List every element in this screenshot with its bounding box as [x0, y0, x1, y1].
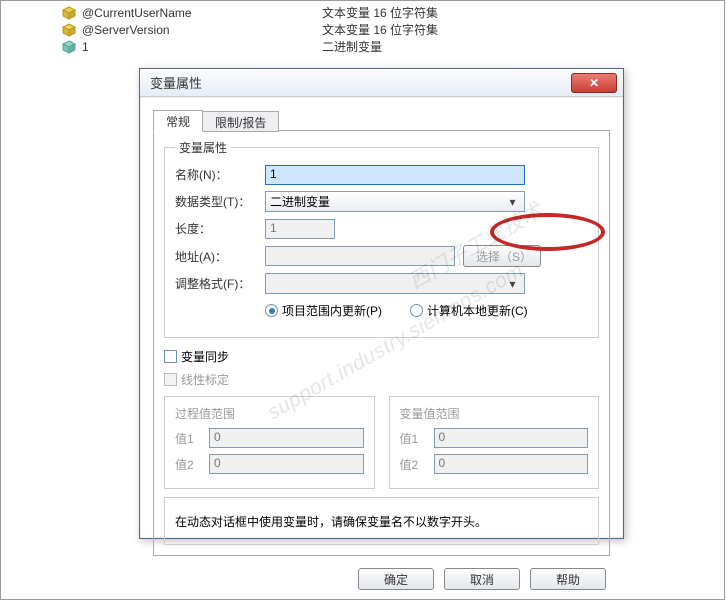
list-item-desc: 二进制变量 [322, 38, 382, 55]
checkbox-icon [164, 350, 177, 363]
list-item-name: 1 [82, 40, 322, 54]
range-wrap: 过程值范围 值10 值20 变量值范围 值10 值20 [164, 396, 599, 489]
radio-icon [410, 304, 423, 317]
process-value-range: 过程值范围 值10 值20 [164, 396, 375, 489]
dialog-buttons: 确定 取消 帮助 [153, 568, 610, 590]
range-title: 过程值范围 [175, 405, 364, 422]
chevron-down-icon: ▾ [505, 195, 520, 209]
list-item-desc: 文本变量 16 位字符集 [322, 4, 438, 21]
tab-limit-report[interactable]: 限制/报告 [202, 111, 279, 132]
list-item[interactable]: @ServerVersion 文本变量 16 位字符集 [62, 21, 721, 38]
checkbox-icon [164, 373, 177, 386]
length-input: 1 [265, 219, 335, 239]
radio-icon [265, 304, 278, 317]
proc-v2-input: 0 [209, 454, 364, 474]
dialog-titlebar[interactable]: 变量属性 ✕ [140, 69, 623, 97]
var-v2-input: 0 [434, 454, 589, 474]
var-v1-input: 0 [434, 428, 589, 448]
datatype-select[interactable]: 二进制变量 ▾ [265, 191, 525, 212]
list-item[interactable]: @CurrentUserName 文本变量 16 位字符集 [62, 4, 721, 21]
list-item-name: @ServerVersion [82, 23, 322, 37]
group-title: 变量属性 [175, 139, 231, 156]
list-item[interactable]: 1 二进制变量 [62, 38, 721, 55]
name-label: 名称(N)： [175, 166, 265, 183]
cube-icon [62, 6, 76, 20]
close-button[interactable]: ✕ [571, 73, 617, 93]
address-label: 地址(A)： [175, 248, 265, 265]
linear-scaling-checkbox: 线性标定 [164, 371, 229, 388]
list-item-desc: 文本变量 16 位字符集 [322, 21, 438, 38]
select-address-button[interactable]: 选择（S） [463, 245, 541, 267]
address-input [265, 246, 455, 266]
tab-general[interactable]: 常规 [153, 110, 203, 132]
proc-v1-input: 0 [209, 428, 364, 448]
list-item-name: @CurrentUserName [82, 6, 322, 20]
ok-button[interactable]: 确定 [358, 568, 434, 590]
sync-checkbox[interactable]: 变量同步 [164, 348, 229, 365]
dialog-client: 常规 限制/报告 变量属性 名称(N)： 1 数据类型(T)： 二进制变量 ▾ [141, 98, 622, 537]
help-button[interactable]: 帮助 [530, 568, 606, 590]
length-label: 长度： [175, 220, 265, 237]
chevron-down-icon: ▾ [505, 277, 520, 291]
format-select: ▾ [265, 273, 525, 294]
variable-value-range: 变量值范围 值10 值20 [389, 396, 600, 489]
variable-props-group: 变量属性 名称(N)： 1 数据类型(T)： 二进制变量 ▾ 长度： 1 [164, 139, 599, 338]
tab-body: 变量属性 名称(N)： 1 数据类型(T)： 二进制变量 ▾ 长度： 1 [153, 131, 610, 556]
cube-icon [62, 40, 76, 54]
datatype-value: 二进制变量 [270, 193, 330, 210]
cube-icon [62, 23, 76, 37]
close-icon: ✕ [589, 76, 599, 90]
cancel-button[interactable]: 取消 [444, 568, 520, 590]
variable-list: @CurrentUserName 文本变量 16 位字符集 @ServerVer… [62, 4, 721, 55]
dialog-title: 变量属性 [150, 73, 571, 92]
range-title: 变量值范围 [400, 405, 589, 422]
variable-properties-dialog: 变量属性 ✕ 常规 限制/报告 变量属性 名称(N)： 1 数据类型(T)： 二… [139, 68, 624, 539]
name-input[interactable]: 1 [265, 165, 525, 185]
format-label: 调整格式(F)： [175, 275, 265, 292]
note-text: 在动态对话框中使用变量时，请确保变量名不以数字开头。 [175, 513, 487, 530]
note-box: 在动态对话框中使用变量时，请确保变量名不以数字开头。 [164, 497, 599, 545]
tab-strip: 常规 限制/报告 [153, 108, 610, 131]
radio-project-scope[interactable]: 项目范围内更新(P) [265, 302, 382, 319]
datatype-label: 数据类型(T)： [175, 193, 265, 210]
radio-computer-local[interactable]: 计算机本地更新(C) [410, 302, 528, 319]
